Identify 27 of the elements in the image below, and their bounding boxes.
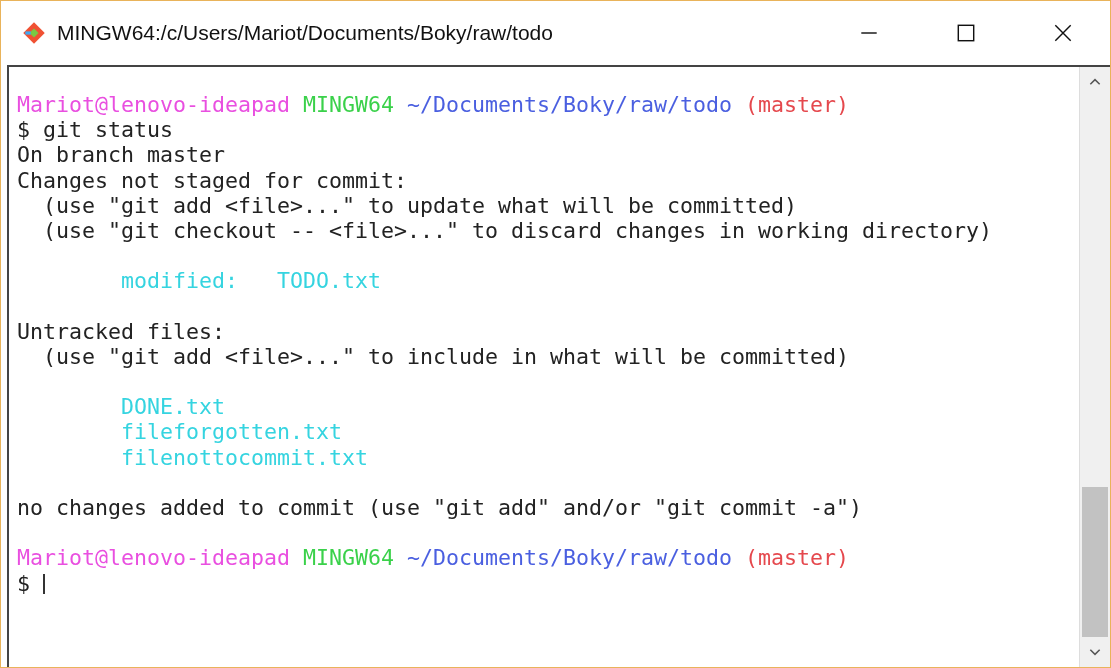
output-line: (use "git add <file>..." to update what will be committed) [42, 192, 798, 218]
prompt-path: ~/Documents/Boky/raw/todo [407, 545, 733, 571]
prompt-branch: (master) [745, 545, 850, 571]
output-line: no changes added to commit (use "git add" and/or "git commit -a") [17, 495, 863, 520]
file-line: filenottocommit.txt [120, 444, 368, 470]
close-icon[interactable] [1052, 22, 1074, 44]
output-line: On branch master [17, 142, 225, 168]
output-line: Untracked files: [17, 318, 225, 344]
output-line: (use "git checkout -- <file>..." to discard changes in working directory) [42, 217, 993, 243]
text-cursor [43, 573, 45, 594]
file-line: DONE.txt [120, 394, 225, 420]
prompt-sign: $ [17, 570, 30, 596]
prompt-user: Mariot@lenovo-ideapad [17, 92, 290, 117]
window-title: MINGW64:/c/Users/Mariot/Documents/Boky/raw/todo [57, 21, 553, 45]
scroll-thumb[interactable] [1082, 487, 1108, 637]
prompt-branch: (master) [745, 92, 850, 117]
prompt-host: MINGW64 [303, 545, 395, 571]
output-line: $ git status [17, 117, 173, 143]
scrollbar[interactable] [1079, 67, 1110, 667]
prompt-user: Mariot@lenovo-ideapad [17, 545, 290, 571]
prompt-path: ~/Documents/Boky/raw/todo [407, 92, 733, 117]
output-line: Changes not staged for commit: [17, 167, 408, 193]
output-line: (use "git add <file>..." to include in what will be committed) [42, 343, 850, 369]
maximize-icon[interactable] [955, 22, 977, 44]
file-line: modified: TODO.txt [120, 268, 381, 294]
file-line: fileforgotten.txt [120, 419, 342, 445]
prompt-host: MINGW64 [303, 92, 395, 117]
